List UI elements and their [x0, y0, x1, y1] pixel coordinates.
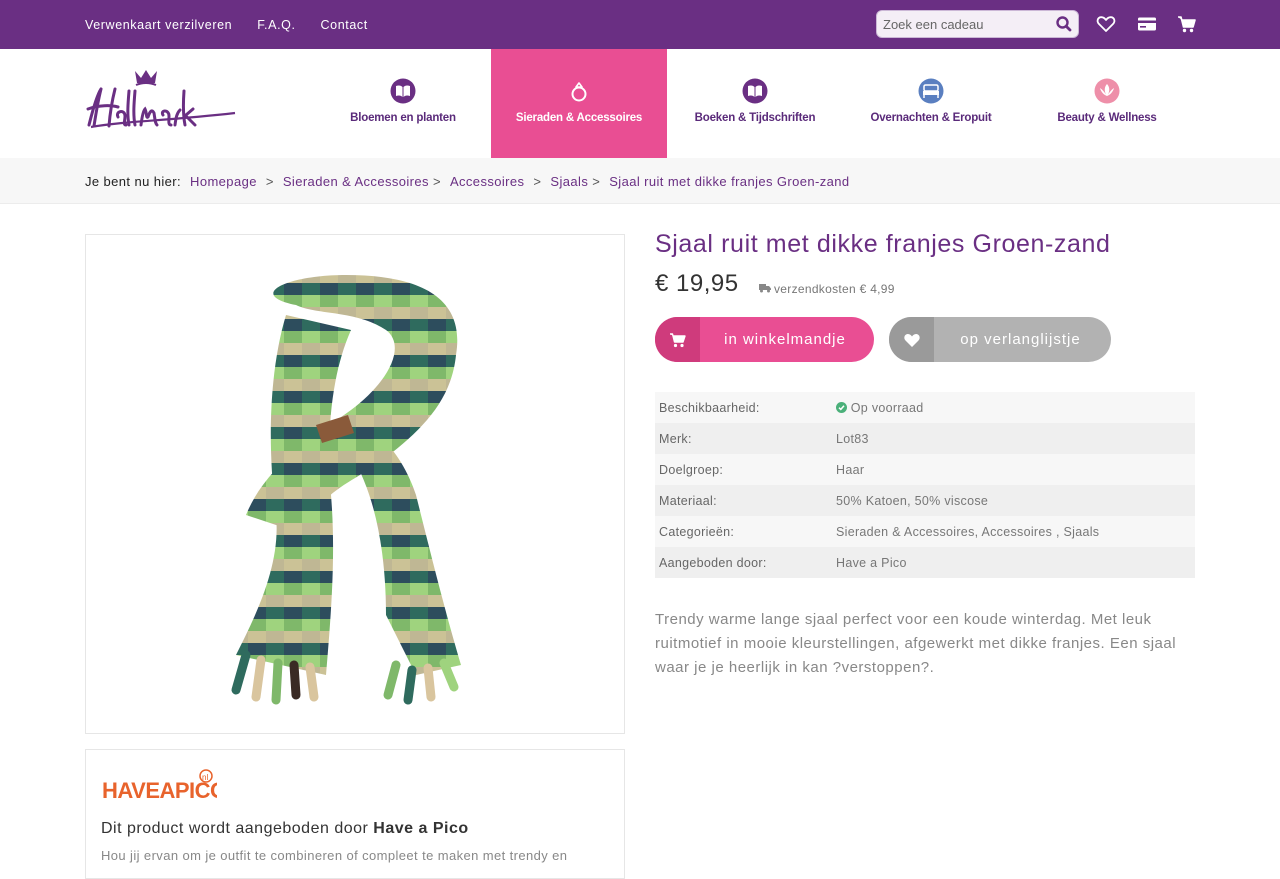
- spec-key: Beschikbaarheid:: [659, 400, 760, 415]
- nav-bloemen-en-planten[interactable]: Bloemen en planten: [315, 49, 491, 158]
- link-contact[interactable]: Contact: [321, 18, 368, 32]
- table-row: Categorieën: Sieraden & Accessoires, Acc…: [655, 516, 1195, 547]
- breadcrumb-prefix: Je bent nu hier:: [85, 173, 182, 189]
- spec-value-material: 50% Katoen, 50% viscose: [836, 493, 989, 508]
- heart-icon[interactable]: [1095, 13, 1117, 35]
- seller-name[interactable]: Have a Pico: [373, 820, 468, 837]
- cart-icon: [655, 317, 700, 362]
- spec-key: Categorieën:: [659, 524, 735, 539]
- breadcrumb-homepage[interactable]: Homepage: [190, 174, 257, 189]
- breadcrumb-separator: >: [265, 173, 274, 189]
- truck-icon: [759, 282, 771, 296]
- seller-box: HAVEAPICO nl Dit product wordt aangebode…: [85, 749, 625, 879]
- add-to-wishlist-button[interactable]: op verlanglijstje: [889, 317, 1111, 362]
- search-input[interactable]: [883, 11, 1048, 37]
- add-to-cart-label: in winkelmandje: [724, 331, 846, 348]
- book-icon: [742, 78, 768, 104]
- breadcrumb-sieraden-accessoires[interactable]: Sieraden & Accessoires: [283, 174, 429, 189]
- product-description: Trendy warme lange sjaal perfect voor ee…: [655, 611, 1177, 676]
- nav-overnachten-eropuit[interactable]: Overnachten & Eropuit: [843, 49, 1019, 158]
- availability-text: Op voorraad: [850, 400, 924, 415]
- table-row: Doelgroep: Haar: [655, 454, 1195, 485]
- lotus-icon: [1094, 78, 1120, 104]
- spec-key: Doelgroep:: [659, 462, 724, 477]
- ring-icon: [566, 78, 592, 104]
- seller-logo[interactable]: HAVEAPICO nl: [102, 766, 228, 806]
- breadcrumb-bar: Je bent nu hier: Homepage > Sieraden & A…: [0, 158, 1280, 204]
- spec-value-offered-by: Have a Pico: [836, 555, 907, 570]
- heart-icon: [889, 317, 934, 362]
- spec-value-brand[interactable]: Lot83: [836, 423, 1195, 454]
- add-to-wishlist-label: op verlanglijstje: [960, 331, 1081, 348]
- nav-sieraden-accessoires[interactable]: Sieraden & Accessoires: [491, 49, 667, 158]
- category-link[interactable]: Sjaals: [1064, 525, 1100, 539]
- breadcrumb-separator: >: [592, 173, 601, 189]
- table-row: Beschikbaarheid: Op voorraad: [655, 392, 1195, 423]
- product-image-scarf: [231, 275, 461, 705]
- search-icon[interactable]: [1054, 14, 1074, 34]
- nav-label: Bloemen en planten: [350, 112, 456, 124]
- category-link[interactable]: Sieraden & Accessoires: [836, 525, 975, 539]
- top-bar: Verwenkaart verzilveren F.A.Q. Contact: [0, 0, 1280, 49]
- spec-key: Materiaal:: [659, 493, 717, 508]
- table-row: Merk: Lot83: [655, 423, 1195, 454]
- spec-value-target-group: Haar: [836, 462, 865, 477]
- link-faq[interactable]: F.A.Q.: [257, 18, 295, 32]
- nav-label: Boeken & Tijdschriften: [694, 112, 816, 124]
- top-links: Verwenkaart verzilveren F.A.Q. Contact: [85, 0, 368, 49]
- seller-title-prefix: Dit product wordt aangeboden door: [101, 820, 369, 837]
- search-box: [876, 10, 1079, 38]
- seller-title: Dit product wordt aangeboden door Have a…: [101, 820, 469, 838]
- spec-key: Aangeboden door:: [659, 555, 767, 570]
- product-image-box[interactable]: [85, 234, 625, 734]
- seller-logo-text: HAVEAPICO: [102, 778, 217, 803]
- shipping-cost: verzendkosten € 4,99: [774, 282, 895, 296]
- seller-description: Hou jij ervan om je outfit te combineren…: [101, 848, 568, 863]
- breadcrumb-separator: >: [432, 173, 441, 189]
- book-icon: [390, 78, 416, 104]
- add-to-cart-button[interactable]: in winkelmandje: [655, 317, 874, 362]
- category-link[interactable]: Accessoires: [981, 525, 1052, 539]
- breadcrumb-separator: >: [533, 173, 542, 189]
- nav-label: Beauty & Wellness: [1057, 112, 1157, 124]
- main-header: Bloemen en planten Sieraden & Accessoire…: [0, 49, 1280, 158]
- breadcrumb-sjaals[interactable]: Sjaals: [550, 174, 588, 189]
- product-title: Sjaal ruit met dikke franjes Groen-zand: [655, 230, 1111, 258]
- product-specs-table: Beschikbaarheid: Op voorraad Merk: Lot83…: [655, 392, 1195, 578]
- nav-beauty-wellness[interactable]: Beauty & Wellness: [1019, 49, 1195, 158]
- check-circle-icon: [836, 401, 847, 415]
- breadcrumb-current-product[interactable]: Sjaal ruit met dikke franjes Groen-zand: [609, 174, 849, 189]
- nav-label: Overnachten & Eropuit: [870, 112, 992, 124]
- breadcrumb-accessoires[interactable]: Accessoires: [450, 174, 524, 189]
- product-price: € 19,95: [655, 270, 739, 297]
- shipping-info: verzendkosten € 4,99: [759, 282, 895, 296]
- spec-value-availability: Op voorraad: [836, 392, 1195, 423]
- spec-key: Merk:: [659, 431, 692, 446]
- table-row: Materiaal: 50% Katoen, 50% viscose: [655, 485, 1195, 516]
- bed-icon: [918, 78, 944, 104]
- nav-boeken-tijdschriften[interactable]: Boeken & Tijdschriften: [667, 49, 843, 158]
- hallmark-logo[interactable]: [85, 69, 237, 131]
- nav-label: Sieraden & Accessoires: [515, 112, 643, 124]
- breadcrumb: Je bent nu hier: Homepage > Sieraden & A…: [85, 158, 850, 204]
- table-row: Aangeboden door: Have a Pico: [655, 547, 1195, 578]
- cart-icon[interactable]: [1176, 13, 1198, 35]
- credit-card-icon[interactable]: [1136, 13, 1158, 35]
- link-redeem-card[interactable]: Verwenkaart verzilveren: [85, 18, 232, 32]
- spec-value-categories: Sieraden & Accessoires, Accessoires , Sj…: [836, 524, 1100, 539]
